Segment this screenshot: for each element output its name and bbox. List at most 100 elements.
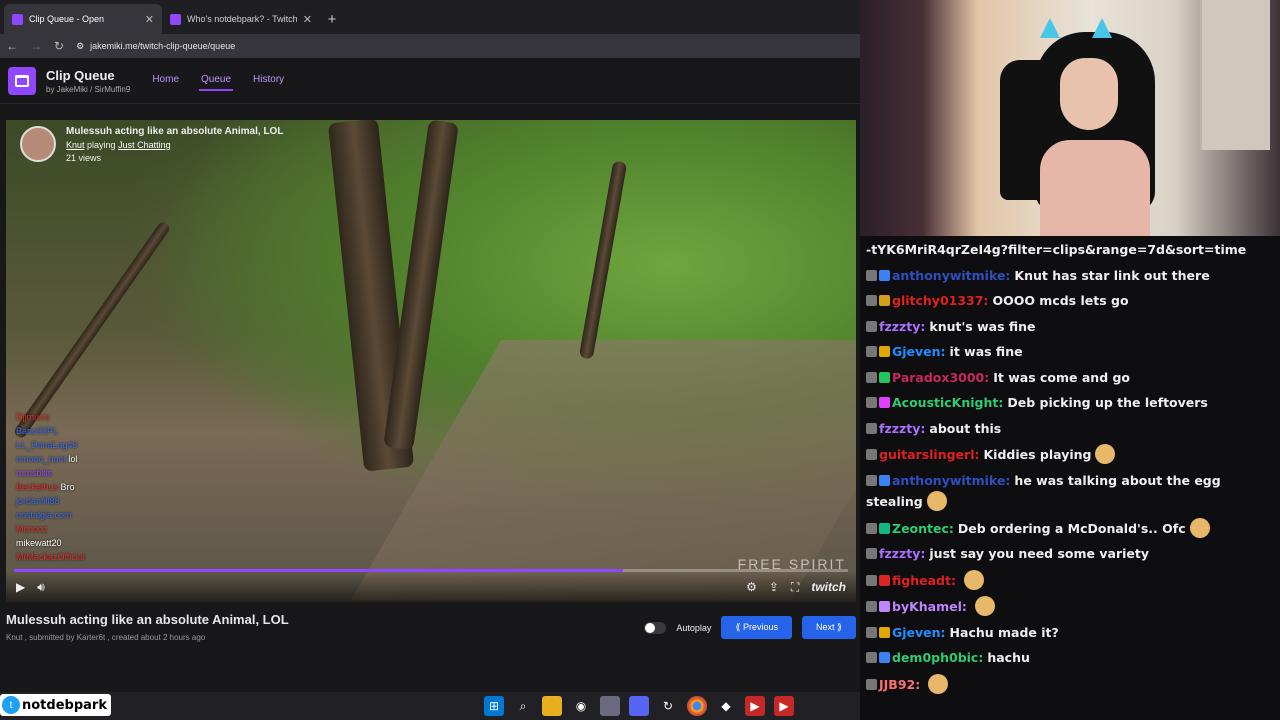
volume-icon[interactable]: 🔊︎ [37,580,45,595]
player-controls: ▶ 🔊︎ ⚙ ⇪ ⛶ twitch [6,572,856,602]
video-tree [12,220,172,440]
fullscreen-icon[interactable]: ⛶ [791,580,799,595]
twitter-handle-text: notdebpark [22,697,107,713]
chat-text: Kiddies playing [983,447,1092,462]
overlay-chat-line: nostalgia.com [16,508,85,522]
chat-username[interactable]: glitchy01337: [892,293,988,308]
overlay-broadcaster[interactable]: Knut [66,140,85,150]
chat-text: about this [929,420,1002,436]
badge-icon [866,295,877,306]
chat-username[interactable]: guitarslingerl: [879,447,980,462]
site-info-icon[interactable]: ⚙ [76,41,84,52]
play-icon[interactable]: ▶ [16,580,25,594]
chat-text: Hachu made it? [949,624,1059,640]
video-player[interactable]: Mulessuh acting like an absolute Animal,… [6,120,856,602]
twitter-handle: t notdebpark [0,694,111,716]
chat-username[interactable]: fzzzty: [879,546,925,561]
tab-clip-queue[interactable]: Clip Queue - Open ✕ [4,4,162,34]
tab-bar: Clip Queue - Open ✕ Who's notdebpark? - … [0,0,860,34]
windows-start-icon[interactable]: ⊞ [484,696,504,716]
app-icon[interactable]: ◆ [716,696,736,716]
forward-icon[interactable]: → [30,39,42,53]
badge-icon [879,295,890,306]
chat-text: Deb ordering a McDonald's.. Ofc [957,520,1186,536]
sync-icon[interactable]: ↻ [658,696,678,716]
close-icon[interactable]: ✕ [145,13,154,26]
badge-icon [879,522,890,534]
chat-message: Gjeven: Hachu made it? [866,623,1274,644]
chat-message: -tYK6MriR4qrZeI4g?filter=clips&range=7d&… [866,240,1274,261]
chat-username[interactable]: Gjeven: [892,344,946,359]
new-tab-button[interactable]: + [320,4,344,34]
chat-username[interactable]: Zeontec: [892,521,954,536]
chat-username[interactable]: Gjeven: [892,625,946,640]
share-icon[interactable]: ⇪ [769,580,779,594]
tab-title: Who's notdebpark? - Twitch [187,14,297,24]
nav-home[interactable]: Home [150,70,181,91]
badge-icon [879,652,890,663]
overlay-chat-user: nostalgia.com [16,510,72,520]
main-nav: Home Queue History [150,70,286,91]
file-explorer-icon[interactable] [542,696,562,716]
next-button[interactable]: Next ⟫ [801,616,856,639]
overlay-chat-text: Bro [58,482,75,492]
emote-icon [928,673,949,694]
badge-icon [879,626,890,638]
chat-username[interactable]: fzzzty: [879,319,925,334]
app-icon[interactable] [600,696,620,716]
reload-icon[interactable]: ↻ [54,39,64,53]
chat-username[interactable]: AcousticKnight: [892,395,1003,410]
chat-username[interactable]: anthonywitmike: [892,473,1010,488]
chat-username[interactable]: dem0ph0bic: [892,650,983,665]
video-chat-overlay: Djjmurrs Bano93PL LL_DanaLag43 nmooo_nuot l… [16,410,85,564]
nav-history[interactable]: History [251,70,286,91]
autoplay-label: Autoplay [676,622,712,633]
media-icon[interactable]: ▶ [774,696,794,716]
autoplay-toggle[interactable] [644,621,667,634]
twitch-logo[interactable]: twitch [811,580,846,594]
badge-icon [879,371,890,383]
obs-icon[interactable]: ◉ [571,696,591,716]
chat-username[interactable]: byKhamel: [892,599,967,614]
chat-username[interactable]: Paradox3000: [892,370,989,385]
badge-icon [866,474,877,486]
chat-message: dem0ph0bic: hachu [866,648,1274,669]
app-brand: Clip Queue by JakeMiki / SirMuffin9 [46,68,130,94]
overlay-playing: playing [87,140,116,150]
badge-icon [879,474,890,486]
twitch-favicon-icon [170,13,181,25]
close-icon[interactable]: ✕ [303,13,312,26]
chat-text: OOOO mcds lets go [992,293,1129,308]
back-icon[interactable]: ← [6,39,18,53]
app-header: Clip Queue by JakeMiki / SirMuffin9 Home… [0,58,860,104]
stream-deck-icon[interactable]: ▶ [745,696,765,716]
tab-twitch[interactable]: Who's notdebpark? - Twitch ✕ [162,4,320,34]
chat-message: fzzzty: about this [866,419,1274,440]
search-icon[interactable]: ⌕ [513,696,533,716]
emote-icon [926,491,947,511]
chat-message: JJB92: [866,673,1274,696]
overlay-chat-line: LL_DanaLag43 [16,438,85,452]
settings-icon[interactable]: ⚙ [746,580,757,594]
overlay-chat-user: Mcnooz [16,524,48,534]
badge-icon [866,626,877,638]
chrome-icon[interactable] [687,696,707,716]
chat-text: Knut has star link out there [1014,267,1210,283]
previous-button[interactable]: ⟪ Previous [721,616,792,639]
chat-username[interactable]: figheadt: [892,573,956,588]
taskbar: t notdebpark ⊞ ⌕ ◉ ↻ ◆ ▶ ▶ [0,692,860,720]
overlay-chat-line: Beckethus Bro [16,480,85,494]
emote-icon [974,596,995,616]
chat-username[interactable]: fzzzty: [879,421,925,436]
badge-icon [866,422,877,434]
discord-icon[interactable] [629,696,649,716]
badge-icon [879,601,890,612]
nav-queue[interactable]: Queue [199,70,234,91]
overlay-game[interactable]: Just Chatting [118,140,171,150]
url-field[interactable]: ⚙ jakemiki.me/twitch-clip-queue/queue [76,41,854,52]
chat-username[interactable]: JJB92: [879,677,920,692]
chat-message: guitarslingerl: Kiddies playing [866,444,1274,466]
badge-icon [866,522,877,534]
chat-username[interactable]: anthonywitmike: [892,268,1010,283]
chat-message: fzzzty: knut's was fine [866,317,1274,338]
